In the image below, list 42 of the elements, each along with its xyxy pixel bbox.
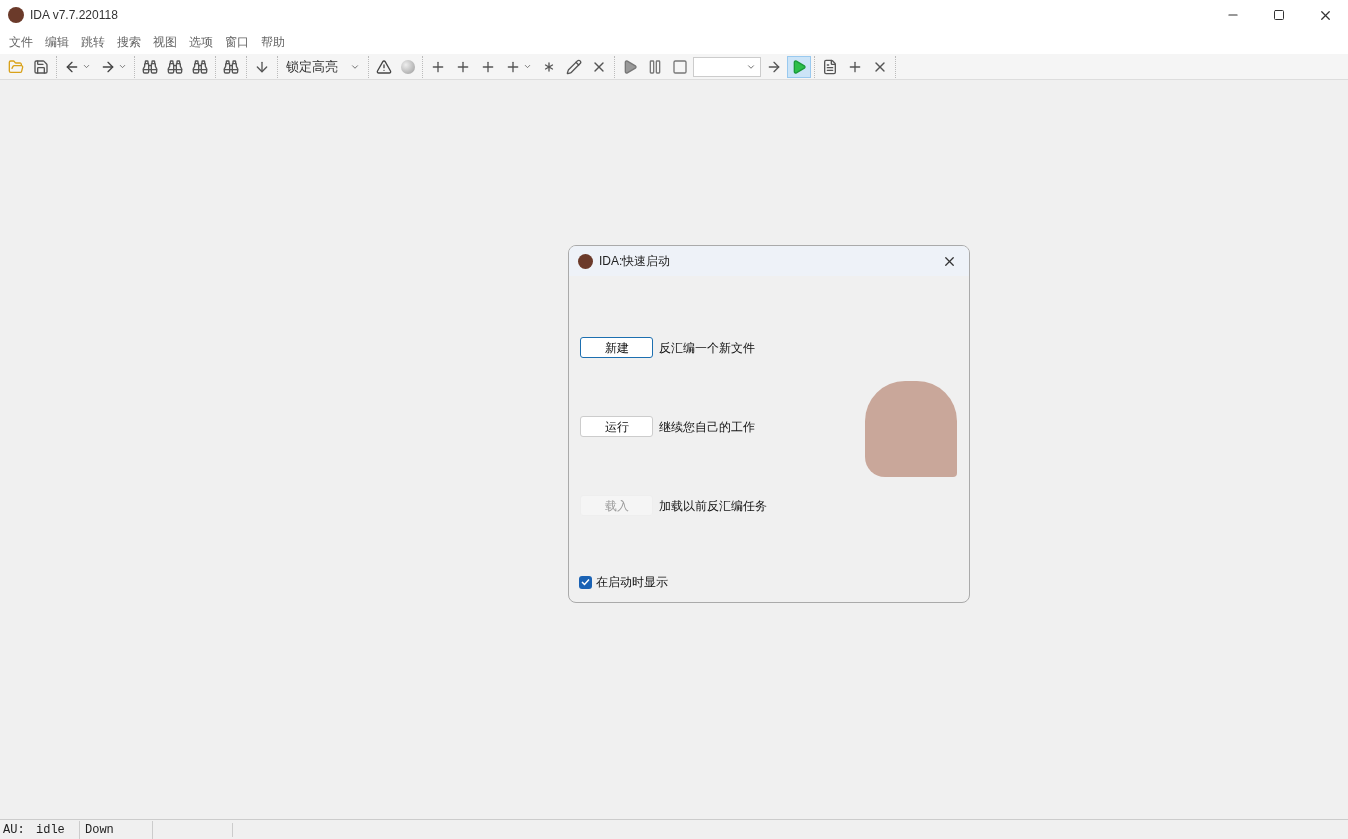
menu-item[interactable]: 帮助 (255, 33, 291, 51)
menu-item[interactable]: 窗口 (219, 33, 255, 51)
status-text: AU: (2, 821, 26, 839)
menu-item[interactable]: 跳转 (75, 33, 111, 51)
action-description: 继续您自己的工作 (659, 418, 755, 436)
maximize-icon (1273, 9, 1285, 21)
menu-item[interactable]: 视图 (147, 33, 183, 51)
status-text: Down (80, 820, 153, 839)
menu-item[interactable]: 编辑 (39, 33, 75, 51)
play-icon (622, 58, 638, 75)
warning-icon (376, 58, 392, 75)
checkbox[interactable] (579, 575, 592, 589)
binoculars-icon (167, 58, 183, 75)
document-icon (822, 58, 838, 75)
menu-item[interactable]: 选项 (183, 33, 219, 51)
window-title: IDA v7.7.220118 (30, 7, 118, 24)
app-icon (578, 253, 593, 269)
save-icon (33, 58, 49, 75)
binoculars-icon (192, 58, 208, 75)
app-icon (8, 7, 24, 23)
checkmark-icon (581, 578, 590, 586)
dialog-title: IDA:快速启动 (599, 253, 671, 270)
binoculars-icon (223, 58, 239, 75)
combo-field[interactable] (693, 56, 761, 77)
status-text: idle (36, 820, 80, 839)
checkbox-label: 在启动时显示 (596, 574, 668, 591)
play-icon (791, 58, 807, 75)
highlight-dropdown[interactable]: 锁定高亮 (281, 55, 365, 78)
action-description: 反汇编一个新文件 (659, 339, 755, 357)
action-button[interactable]: 运行 (580, 416, 653, 437)
stop-icon (672, 58, 688, 75)
binoculars-icon (142, 58, 158, 75)
action-button[interactable]: 新建 (580, 337, 653, 358)
caret-icon (82, 62, 91, 71)
action-description: 加载以前反汇编任务 (659, 497, 767, 515)
menu-item[interactable]: 搜索 (111, 33, 147, 51)
caret-icon (118, 62, 127, 71)
pencil-icon (566, 58, 582, 75)
caret-icon (523, 62, 532, 71)
folder-icon (8, 58, 24, 75)
pause-icon (647, 58, 663, 75)
menu-item[interactable]: 文件 (3, 33, 39, 51)
